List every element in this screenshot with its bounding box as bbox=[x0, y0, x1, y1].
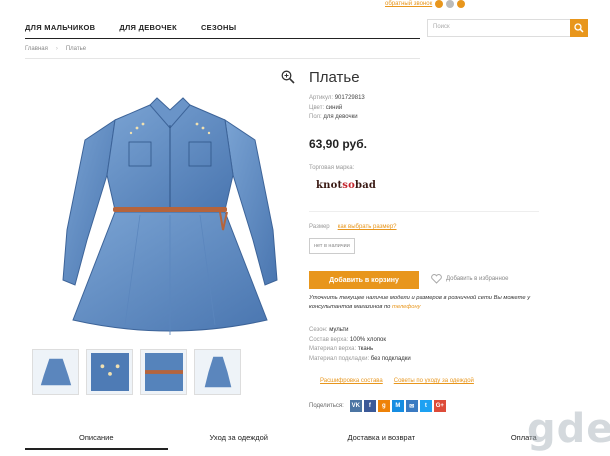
composition-label: Состав верха: bbox=[309, 336, 349, 343]
twitter-icon[interactable]: t bbox=[419, 400, 432, 412]
tab-delivery[interactable]: Доставка и возврат bbox=[310, 425, 453, 450]
watermark: gde bbox=[527, 406, 610, 452]
care-links: Расшифровка состава Советы по уходу за о… bbox=[320, 378, 474, 384]
size-row: Размер как выбрать размер? bbox=[309, 224, 397, 230]
search-box[interactable]: Поиск bbox=[427, 19, 588, 37]
brand-label: Торговая марка: bbox=[309, 165, 355, 171]
article-label: Артикул: bbox=[309, 95, 334, 101]
odnoklassniki-icon[interactable]: g bbox=[377, 400, 390, 412]
lining-value: без подкладки bbox=[370, 355, 411, 362]
viber-icon[interactable] bbox=[446, 0, 455, 8]
color-value: синий bbox=[325, 104, 343, 111]
thumbnail-2[interactable] bbox=[86, 349, 133, 395]
material-value: ткань bbox=[357, 346, 374, 352]
size-label: Размер bbox=[309, 224, 330, 230]
product-specs: Сезон: мульти Состав верха: 100% хлопок … bbox=[309, 326, 411, 364]
search-button[interactable] bbox=[570, 19, 588, 37]
lining-label: Материал подкладки: bbox=[309, 355, 370, 362]
search-icon bbox=[574, 23, 584, 33]
add-to-favorites[interactable]: Добавить в избранное bbox=[431, 274, 508, 284]
care-tips-link[interactable]: Советы по уходу за одеждой bbox=[394, 378, 474, 384]
top-strip: обратный звонок bbox=[385, 0, 466, 8]
product-title: Платье bbox=[309, 69, 360, 86]
main-nav: ДЛЯ МАЛЬЧИКОВ ДЛЯ ДЕВОЧЕК СЕЗОНЫ bbox=[25, 16, 420, 39]
thumbnail-4[interactable] bbox=[194, 349, 241, 395]
product-main-image[interactable] bbox=[45, 80, 295, 345]
season-value: мульти bbox=[329, 327, 349, 333]
size-not-available: нет в наличии bbox=[309, 238, 355, 254]
product-tabs: Описание Уход за одеждой Доставка и возв… bbox=[25, 425, 595, 450]
breadcrumb-sep: › bbox=[55, 46, 58, 52]
tab-description[interactable]: Описание bbox=[25, 425, 168, 450]
material-label: Материал верха: bbox=[309, 346, 357, 352]
composition-value: 100% хлопок bbox=[349, 336, 387, 343]
share-row: Поделиться: VK f g M ✉ t G+ bbox=[309, 400, 446, 412]
product-attributes: Артикул: 901729813 Цвет: синий Пол: для … bbox=[309, 94, 365, 123]
vk-icon[interactable]: VK bbox=[349, 400, 362, 412]
color-label: Цвет: bbox=[309, 104, 325, 111]
heart-icon bbox=[431, 274, 442, 284]
gender-label: Пол: bbox=[309, 114, 322, 120]
thumbnail-1[interactable] bbox=[32, 349, 79, 395]
search-input[interactable]: Поиск bbox=[433, 24, 450, 30]
brand-logo[interactable]: knotsobad bbox=[316, 180, 376, 191]
tab-care[interactable]: Уход за одеждой bbox=[168, 425, 311, 450]
size-guide-link[interactable]: как выбрать размер? bbox=[338, 224, 397, 230]
article-value: 901729813 bbox=[334, 95, 365, 101]
email-share-icon[interactable]: ✉ bbox=[405, 400, 418, 412]
breadcrumb-current: Платье bbox=[65, 46, 87, 52]
facebook-icon[interactable]: f bbox=[363, 400, 376, 412]
breadcrumb-home[interactable]: Главная bbox=[25, 46, 48, 52]
share-label: Поделиться: bbox=[309, 403, 344, 409]
thumbnail-strip bbox=[32, 349, 241, 395]
phone-icon[interactable] bbox=[435, 0, 444, 8]
add-to-cart-button[interactable]: Добавить в корзину bbox=[309, 271, 419, 289]
nav-boys[interactable]: ДЛЯ МАЛЬЧИКОВ bbox=[25, 23, 95, 32]
product-price: 63,90 руб. bbox=[309, 137, 367, 151]
thumbnail-3[interactable] bbox=[140, 349, 187, 395]
nav-seasons[interactable]: СЕЗОНЫ bbox=[201, 23, 236, 32]
breadcrumb: Главная › Платье bbox=[25, 40, 420, 59]
mail-icon[interactable] bbox=[457, 0, 466, 8]
nav-girls[interactable]: ДЛЯ ДЕВОЧЕК bbox=[119, 23, 177, 32]
callback-link[interactable]: обратный звонок bbox=[385, 1, 432, 7]
phone-link[interactable]: телефону bbox=[392, 304, 421, 310]
season-label: Сезон: bbox=[309, 327, 328, 333]
mailru-icon[interactable]: M bbox=[391, 400, 404, 412]
composition-decode-link[interactable]: Расшифровка состава bbox=[320, 378, 383, 384]
divider bbox=[309, 211, 539, 212]
gender-value: для девочки bbox=[323, 114, 358, 120]
add-to-favorites-label: Добавить в избранное bbox=[446, 276, 509, 282]
googleplus-icon[interactable]: G+ bbox=[433, 400, 446, 412]
availability-note: Уточнить текущее наличие модели и размер… bbox=[309, 294, 559, 312]
